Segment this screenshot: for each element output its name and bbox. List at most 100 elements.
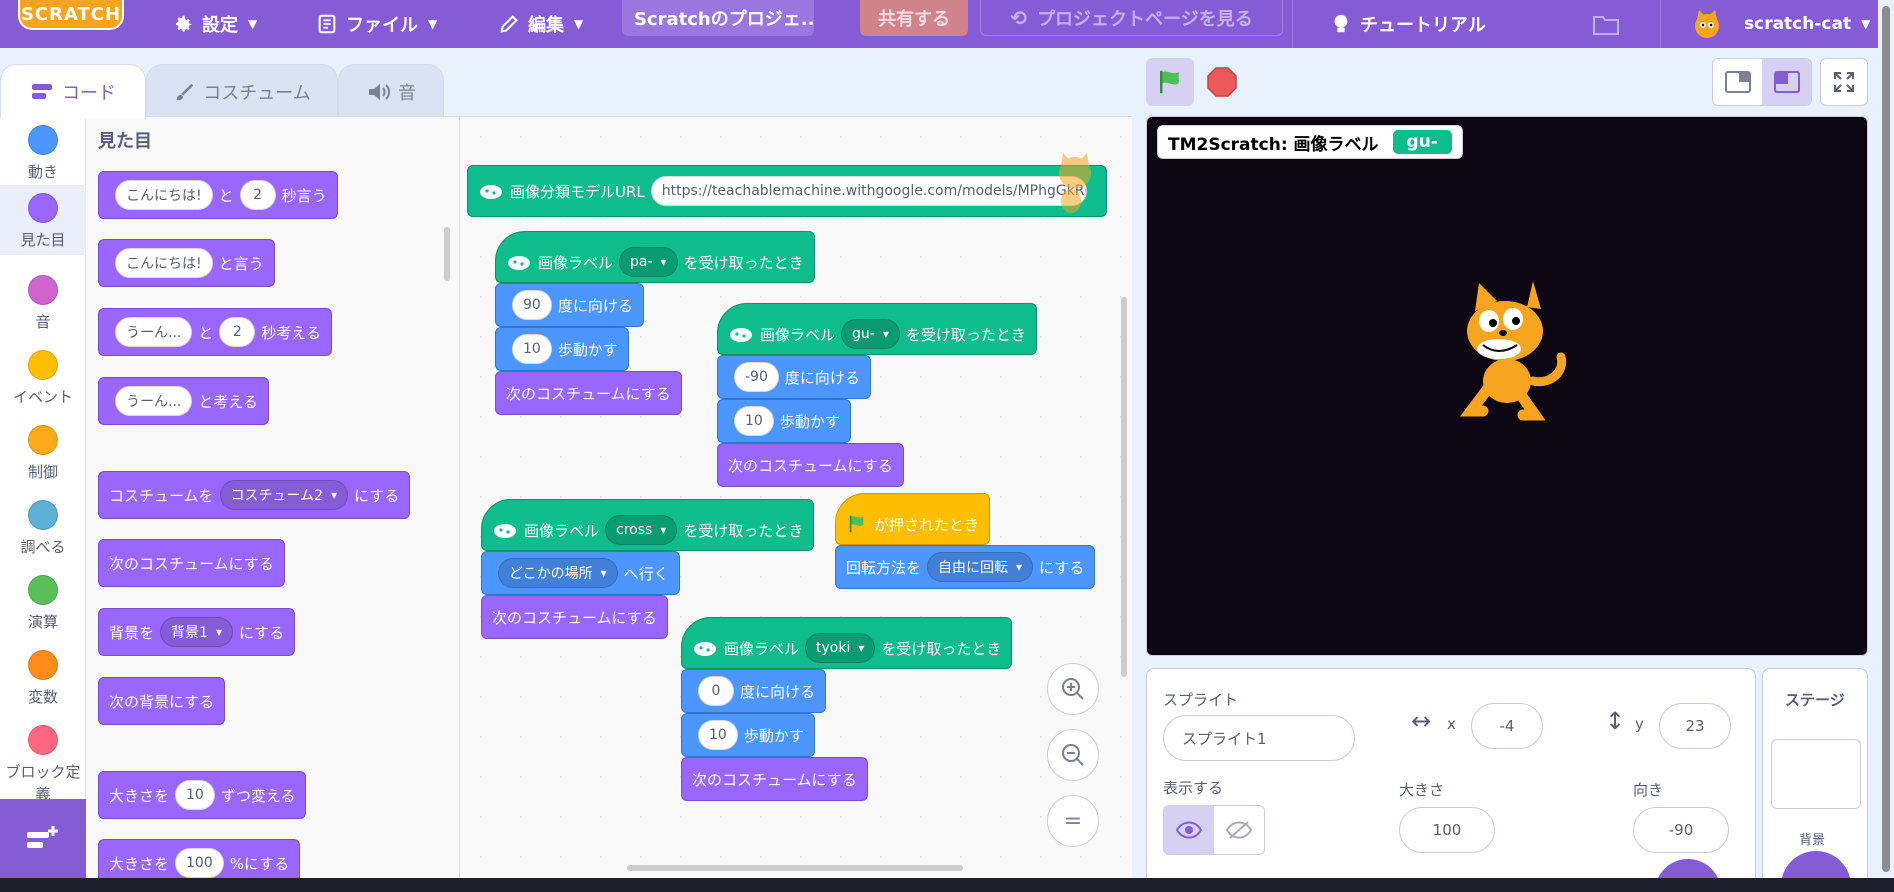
say-block[interactable]: こんにちは! と言う	[98, 239, 275, 287]
tab-code[interactable]: コード	[0, 64, 146, 119]
zoom-in-button[interactable]	[1047, 663, 1099, 715]
category-variables[interactable]: 変数	[0, 650, 86, 707]
set-rotation-style-block[interactable]: 回転方法を 自由に回転 にする	[835, 545, 1096, 589]
size-input[interactable]: 100	[1399, 807, 1495, 853]
page-scrollbar[interactable]	[1878, 0, 1894, 878]
change-size-block[interactable]: 大きさを 10 ずつ変える	[98, 771, 307, 819]
account-menu[interactable]: scratch-cat ▼	[1690, 0, 1870, 48]
category-sensing[interactable]: 調べる	[0, 500, 86, 557]
tab-costumes[interactable]: コスチューム	[146, 64, 338, 118]
steps-input[interactable]: 10	[734, 406, 774, 436]
stage-selector[interactable]: ステージ 背景	[1762, 668, 1868, 892]
next-backdrop-block[interactable]: 次の背景にする	[98, 677, 226, 725]
category-my-blocks[interactable]: ブロック定義	[0, 725, 86, 805]
size-change-input[interactable]: 10	[175, 780, 215, 810]
move-steps-block[interactable]: 10 歩動かす	[495, 327, 629, 371]
steps-input[interactable]: 10	[698, 720, 738, 750]
add-extension-button[interactable]	[0, 799, 86, 879]
small-stage-button[interactable]	[1713, 59, 1762, 105]
zoom-reset-button[interactable]: =	[1047, 795, 1099, 847]
size-input[interactable]: 100	[175, 848, 224, 878]
category-events[interactable]: イベント	[0, 350, 86, 407]
zoom-out-button[interactable]	[1047, 729, 1099, 781]
direction-input[interactable]: -90	[1633, 807, 1729, 853]
green-flag-button[interactable]	[1146, 58, 1194, 106]
settings-menu[interactable]: 設定 ▼	[172, 0, 257, 48]
backdrop-dropdown[interactable]: 背景1	[160, 617, 233, 647]
think-text-input[interactable]: うーん...	[115, 317, 193, 347]
file-menu[interactable]: ファイル ▼	[316, 0, 437, 48]
point-in-direction-block[interactable]: 0 度に向ける	[681, 669, 827, 713]
stop-button[interactable]	[1202, 62, 1242, 102]
set-size-block[interactable]: 大きさを 100 %にする	[98, 839, 301, 879]
say-for-secs-block[interactable]: こんにちは! と 2 秒言う	[98, 171, 338, 219]
when-label-received-hat-cross[interactable]: 画像ラベル cross を受け取ったとき	[481, 499, 815, 551]
switch-costume-block[interactable]: コスチュームを コスチューム2 にする	[98, 471, 411, 519]
rotation-style-dropdown[interactable]: 自由に回転	[927, 552, 1034, 582]
workspace-scrollbar-horizontal[interactable]	[627, 865, 963, 871]
project-title-input[interactable]: Scratchのプロジェ...	[622, 0, 814, 36]
y-input[interactable]: 23	[1659, 703, 1731, 749]
go-to-dropdown[interactable]: どこかの場所	[498, 558, 618, 588]
costume-dropdown[interactable]: コスチューム2	[219, 480, 349, 510]
move-steps-block[interactable]: 10 歩動かす	[681, 713, 815, 757]
category-motion[interactable]: 動き	[0, 125, 86, 182]
tab-sounds[interactable]: 音	[338, 64, 444, 118]
point-in-direction-block[interactable]: 90 度に向ける	[495, 283, 644, 327]
steps-input[interactable]: 10	[512, 334, 552, 364]
point-in-direction-block[interactable]: -90 度に向ける	[717, 355, 871, 399]
when-flag-clicked-hat[interactable]: が押されたとき	[835, 493, 991, 545]
see-project-page-button[interactable]: ⟲ プロジェクトページを見る	[980, 0, 1283, 36]
say-text-input[interactable]: こんにちは!	[115, 248, 213, 278]
category-sound[interactable]: 音	[0, 275, 86, 332]
switch-backdrop-block[interactable]: 背景を 背景1 にする	[98, 608, 296, 656]
think-block[interactable]: うーん... と考える	[98, 377, 269, 425]
model-url-block[interactable]: 画像分類モデルURL https://teachablemachine.with…	[467, 165, 1107, 217]
when-label-received-hat-gu[interactable]: 画像ラベル gu- を受け取ったとき	[717, 303, 1037, 355]
say-text-input[interactable]: こんにちは!	[115, 180, 213, 210]
secs-input[interactable]: 2	[219, 317, 256, 347]
x-input[interactable]: -4	[1471, 703, 1543, 749]
next-costume-block[interactable]: 次のコスチュームにする	[481, 595, 668, 639]
palette-scrollbar[interactable]	[444, 227, 450, 281]
next-costume-block[interactable]: 次のコスチュームにする	[681, 757, 868, 801]
scratch-cat-sprite[interactable]	[1437, 277, 1577, 427]
page-scrollbar-thumb[interactable]	[1882, 6, 1890, 872]
my-stuff-button[interactable]	[1592, 0, 1628, 48]
label-dropdown[interactable]: gu-	[841, 319, 900, 349]
when-label-received-hat-tyoki[interactable]: 画像ラベル tyoki を受け取ったとき	[681, 617, 1013, 669]
when-label-received-hat-pa[interactable]: 画像ラベル pa- を受け取ったとき	[495, 231, 815, 283]
tutorials-button[interactable]: チュートリアル	[1330, 0, 1486, 48]
show-button[interactable]	[1164, 806, 1214, 854]
workspace-scrollbar-vertical[interactable]	[1121, 297, 1127, 677]
model-url-input[interactable]: https://teachablemachine.withgoogle.com/…	[650, 176, 1087, 206]
category-operators[interactable]: 演算	[0, 575, 86, 632]
think-for-secs-block[interactable]: うーん... と 2 秒考える	[98, 308, 332, 356]
next-costume-block[interactable]: 次のコスチュームにする	[98, 539, 285, 587]
next-costume-block[interactable]: 次のコスチュームにする	[495, 371, 682, 415]
category-label: 制御	[27, 463, 58, 481]
edit-menu[interactable]: 編集 ▼	[498, 0, 583, 48]
direction-input[interactable]: 90	[512, 290, 552, 320]
go-to-block[interactable]: どこかの場所 へ行く	[481, 551, 680, 595]
label-dropdown[interactable]: tyoki	[805, 633, 876, 663]
sprite-name-input[interactable]: スプライト1	[1163, 715, 1355, 761]
variable-monitor[interactable]: TM2Scratch: 画像ラベル gu-	[1157, 125, 1463, 159]
think-text-input[interactable]: うーん...	[115, 386, 193, 416]
direction-input[interactable]: -90	[734, 362, 779, 392]
share-button[interactable]: 共有する	[860, 0, 968, 36]
large-stage-button[interactable]	[1762, 59, 1811, 105]
secs-input[interactable]: 2	[239, 180, 276, 210]
stage-canvas[interactable]: TM2Scratch: 画像ラベル gu-	[1146, 116, 1868, 656]
hide-button[interactable]	[1214, 806, 1264, 854]
fullscreen-button[interactable]	[1820, 58, 1868, 106]
category-control[interactable]: 制御	[0, 425, 86, 482]
scratch-logo[interactable]: SCRATCH	[18, 0, 124, 30]
category-looks[interactable]: 見た目	[0, 185, 86, 255]
move-steps-block[interactable]: 10 歩動かす	[717, 399, 851, 443]
direction-input[interactable]: 0	[698, 676, 734, 706]
label-dropdown[interactable]: pa-	[619, 247, 678, 277]
script-workspace[interactable]: 画像分類モデルURL https://teachablemachine.with…	[461, 117, 1132, 879]
next-costume-block[interactable]: 次のコスチュームにする	[717, 443, 904, 487]
label-dropdown[interactable]: cross	[605, 515, 678, 545]
